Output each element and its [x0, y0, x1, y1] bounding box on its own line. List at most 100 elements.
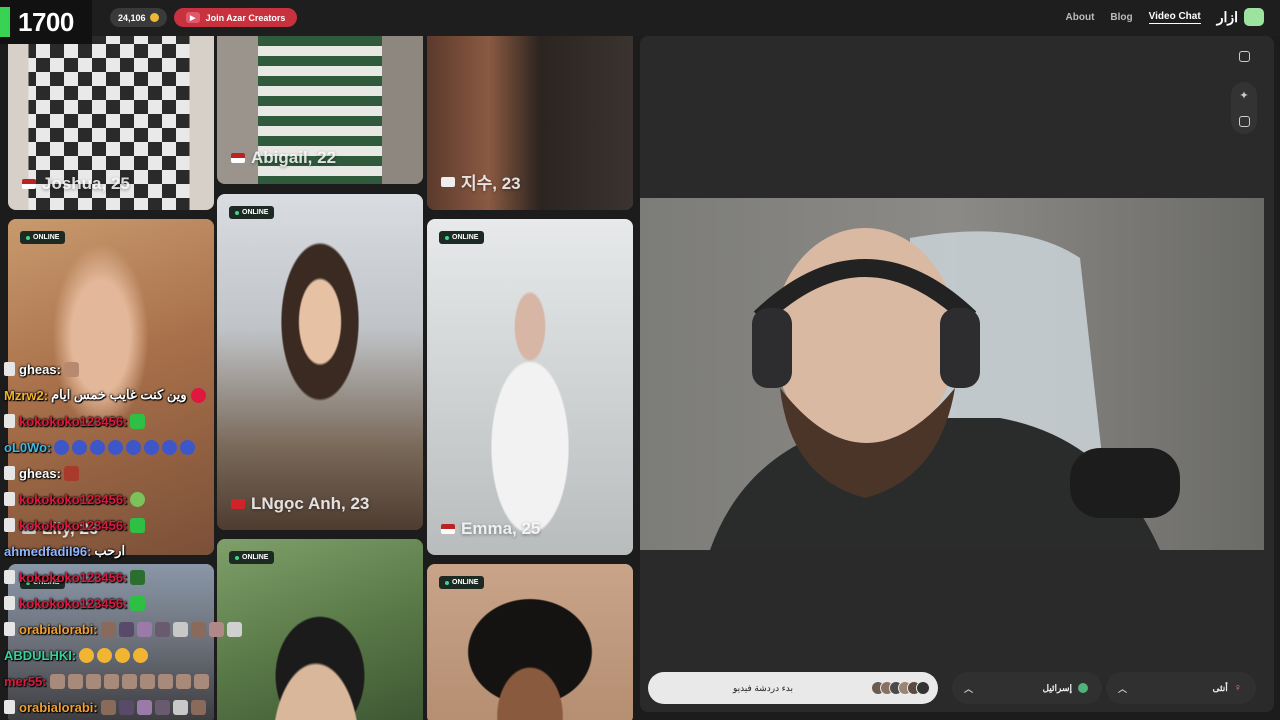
top-header: 24,106 ▶ Join Azar Creators About Blog V…: [0, 0, 1280, 36]
coins-value: 24,106: [118, 12, 146, 23]
emote-icon: [130, 569, 146, 585]
self-camera-feed: [640, 198, 1264, 550]
emote-icon: [144, 439, 160, 455]
online-avatars: [871, 681, 930, 695]
start-video-chat-label: بدء دردشة فيديو: [732, 682, 794, 693]
chevron-up-icon: ︿: [1118, 683, 1128, 694]
emote-icon: [190, 387, 206, 403]
profile-name: Abigail, 22: [231, 148, 336, 168]
flag-us-icon: [22, 179, 36, 189]
emote-icon: [130, 413, 146, 429]
online-dot-icon: [445, 235, 449, 240]
emote-icon: [67, 673, 83, 689]
emote-icon: [136, 699, 152, 715]
viewer-accent-bar: [0, 7, 10, 37]
chat-badge-icon: [4, 492, 15, 506]
coins-pill[interactable]: 24,106: [110, 8, 167, 27]
creators-icon: ▶: [185, 12, 200, 23]
emote-icon: [193, 673, 209, 689]
emote-icon: [208, 621, 224, 637]
emote-icon: [103, 673, 119, 689]
online-dot-icon: [235, 210, 239, 215]
online-dot-icon: [445, 580, 449, 585]
chat-line: ABDULHKI:: [0, 642, 270, 668]
emote-icon: [97, 647, 113, 663]
region-selector[interactable]: ︿ إسرائيل: [952, 672, 1102, 704]
chat-badge-icon: [4, 414, 15, 428]
profile-card-joshua[interactable]: Joshua, 25: [8, 36, 214, 210]
flag-us-icon: [441, 524, 455, 534]
emote-icon: [100, 699, 116, 715]
emote-icon: [118, 621, 134, 637]
chat-line: orabialorabi:: [0, 694, 270, 720]
emote-icon: [63, 465, 79, 481]
emote-icon: [79, 647, 95, 663]
chat-line: kokokoko123456:: [0, 486, 270, 512]
beauty-filter-button[interactable]: ✦: [1231, 82, 1257, 108]
chat-line: kokokoko123456:: [0, 408, 270, 434]
sticker-button[interactable]: [1231, 108, 1257, 134]
nav-about[interactable]: About: [1066, 12, 1095, 23]
sparkle-icon: ✦: [1239, 89, 1249, 102]
brand-name: ازار: [1216, 8, 1238, 25]
profile-photo: [427, 219, 633, 555]
globe-icon: [1078, 683, 1088, 693]
chat-badge-icon: [4, 622, 15, 636]
profile-name: Joshua, 25: [22, 174, 130, 194]
chat-line: ahmedfadil96: ارحب: [4, 543, 126, 559]
chat-badge-icon: [4, 596, 15, 610]
chat-badge-icon: [4, 466, 15, 480]
emote-icon: [121, 673, 137, 689]
stream-chat-overlay: gheas: Mzrw2: وين كنت غايب خمس ايام koko…: [0, 356, 270, 720]
viewer-count-value: 1700: [18, 6, 74, 37]
emote-icon: [49, 673, 65, 689]
emote-icon: [130, 595, 146, 611]
emote-icon: [90, 439, 106, 455]
app-root: 24,106 ▶ Join Azar Creators About Blog V…: [0, 0, 1280, 720]
chat-line: Mzrw2: وين كنت غايب خمس ايام: [0, 382, 270, 408]
chat-badge-icon: [4, 570, 15, 584]
emote-icon: [54, 439, 70, 455]
emote-icon: [139, 673, 155, 689]
emote-icon: [85, 673, 101, 689]
emote-icon: [172, 699, 188, 715]
emote-icon: [126, 439, 142, 455]
camera-image: [640, 198, 1264, 550]
chat-badge-icon: [4, 700, 15, 714]
top-nav: About Blog Video Chat ازار: [1066, 8, 1264, 26]
gender-selector[interactable]: ︿ أنثى ♀: [1106, 672, 1256, 704]
online-badge: ONLINE: [439, 576, 485, 589]
chat-line: mer55:: [0, 668, 270, 694]
gender-label: أنثى ♀: [1212, 682, 1242, 694]
chat-line: gheas:: [0, 356, 270, 382]
coin-icon: [149, 13, 159, 22]
profile-card-jisoo[interactable]: 지수, 23: [427, 36, 633, 210]
profile-card-abigail[interactable]: Abigail, 22: [217, 36, 423, 184]
emote-icon: [118, 699, 134, 715]
emote-icon: [190, 699, 206, 715]
avatar: [916, 681, 930, 695]
profile-card-curly[interactable]: ONLINE: [427, 564, 633, 720]
emote-icon: [130, 517, 146, 533]
chevron-up-icon: ︿: [964, 683, 974, 694]
chat-badge-icon: [4, 518, 15, 532]
emote-icon: [190, 621, 206, 637]
region-label: إسرائيل: [1042, 683, 1088, 694]
chat-line: kokokoko123456:: [0, 512, 270, 538]
nav-video-chat[interactable]: Video Chat: [1148, 11, 1201, 24]
emote-icon: [157, 673, 173, 689]
fullscreen-button[interactable]: [1231, 43, 1257, 69]
brand-logo[interactable]: ازار: [1217, 8, 1264, 26]
emote-icon: [154, 699, 170, 715]
chat-line: gheas:: [0, 460, 270, 486]
emote-icon: [133, 647, 149, 663]
nav-blog[interactable]: Blog: [1110, 12, 1132, 23]
start-video-chat-button[interactable]: بدء دردشة فيديو: [648, 672, 938, 704]
emote-icon: [154, 621, 170, 637]
viewer-counter: 1700: [0, 0, 92, 44]
profile-name: Emma, 25: [441, 519, 540, 539]
join-creators-button[interactable]: ▶ Join Azar Creators: [174, 8, 297, 27]
female-icon: ♀: [1233, 682, 1242, 694]
expand-icon: [1238, 50, 1250, 62]
profile-card-emma[interactable]: ONLINE Emma, 25: [427, 219, 633, 555]
